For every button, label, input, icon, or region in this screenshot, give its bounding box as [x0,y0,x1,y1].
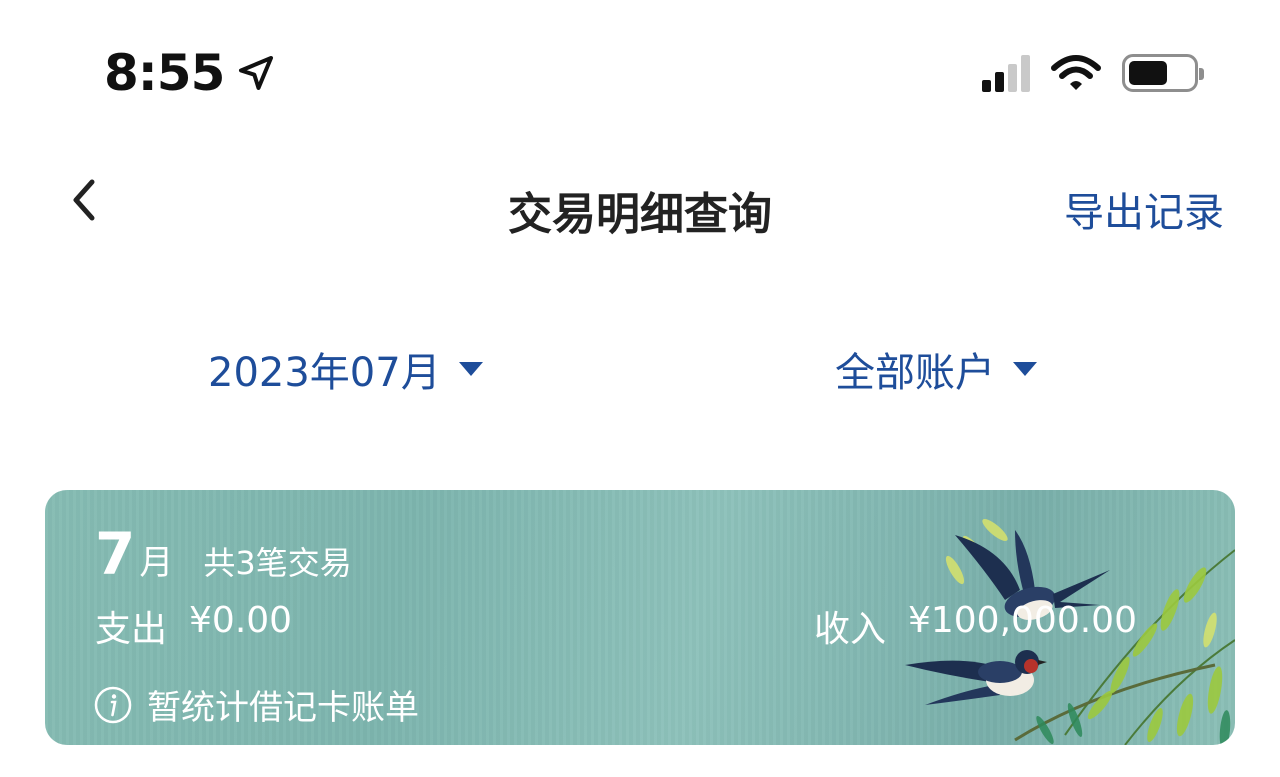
status-time-group: 8:55 [104,44,276,102]
account-filter-label: 全部账户 [835,350,995,396]
summary-month-row: 7 月 共3笔交易 [95,520,352,588]
nav-bar: 交易明细查询 导出记录 [0,150,1280,260]
caret-down-icon [458,362,483,376]
statistics-note-text: 暂统计借记卡账单 [147,688,419,728]
cellular-signal-icon [982,54,1030,92]
account-filter-dropdown[interactable]: 全部账户 [835,340,1037,398]
month-filter-label: 2023年07月 [208,350,441,396]
statistics-note[interactable]: 暂统计借记卡账单 [93,680,419,729]
caret-down-icon [1013,362,1037,376]
status-bar: 8:55 [0,0,1280,140]
expense-summary: 支出 ¥0.00 [95,600,292,652]
expense-label: 支出 [95,609,168,650]
status-time: 8:55 [104,44,225,102]
transaction-count: 共3笔交易 [203,544,352,582]
summary-month-number: 7 [95,520,136,588]
wifi-icon [1051,55,1101,90]
filter-bar: 2023年07月 全部账户 [0,330,1280,410]
monthly-summary-card: 7 月 共3笔交易 支出 ¥0.00 收入 ¥100,000.00 暂统计借记卡… [45,490,1235,745]
income-summary: 收入 ¥100,000.00 [814,600,1137,652]
income-value: ¥100,000.00 [907,600,1137,641]
status-indicators [982,50,1204,96]
battery-icon [1122,54,1204,92]
export-records-button[interactable]: 导出记录 [1064,180,1224,238]
info-icon [94,686,132,723]
expense-value: ¥0.00 [189,600,293,641]
location-arrow-icon [239,56,274,90]
summary-month-unit: 月 [139,543,174,583]
month-filter-dropdown[interactable]: 2023年07月 [208,340,483,398]
income-label: 收入 [813,609,886,650]
